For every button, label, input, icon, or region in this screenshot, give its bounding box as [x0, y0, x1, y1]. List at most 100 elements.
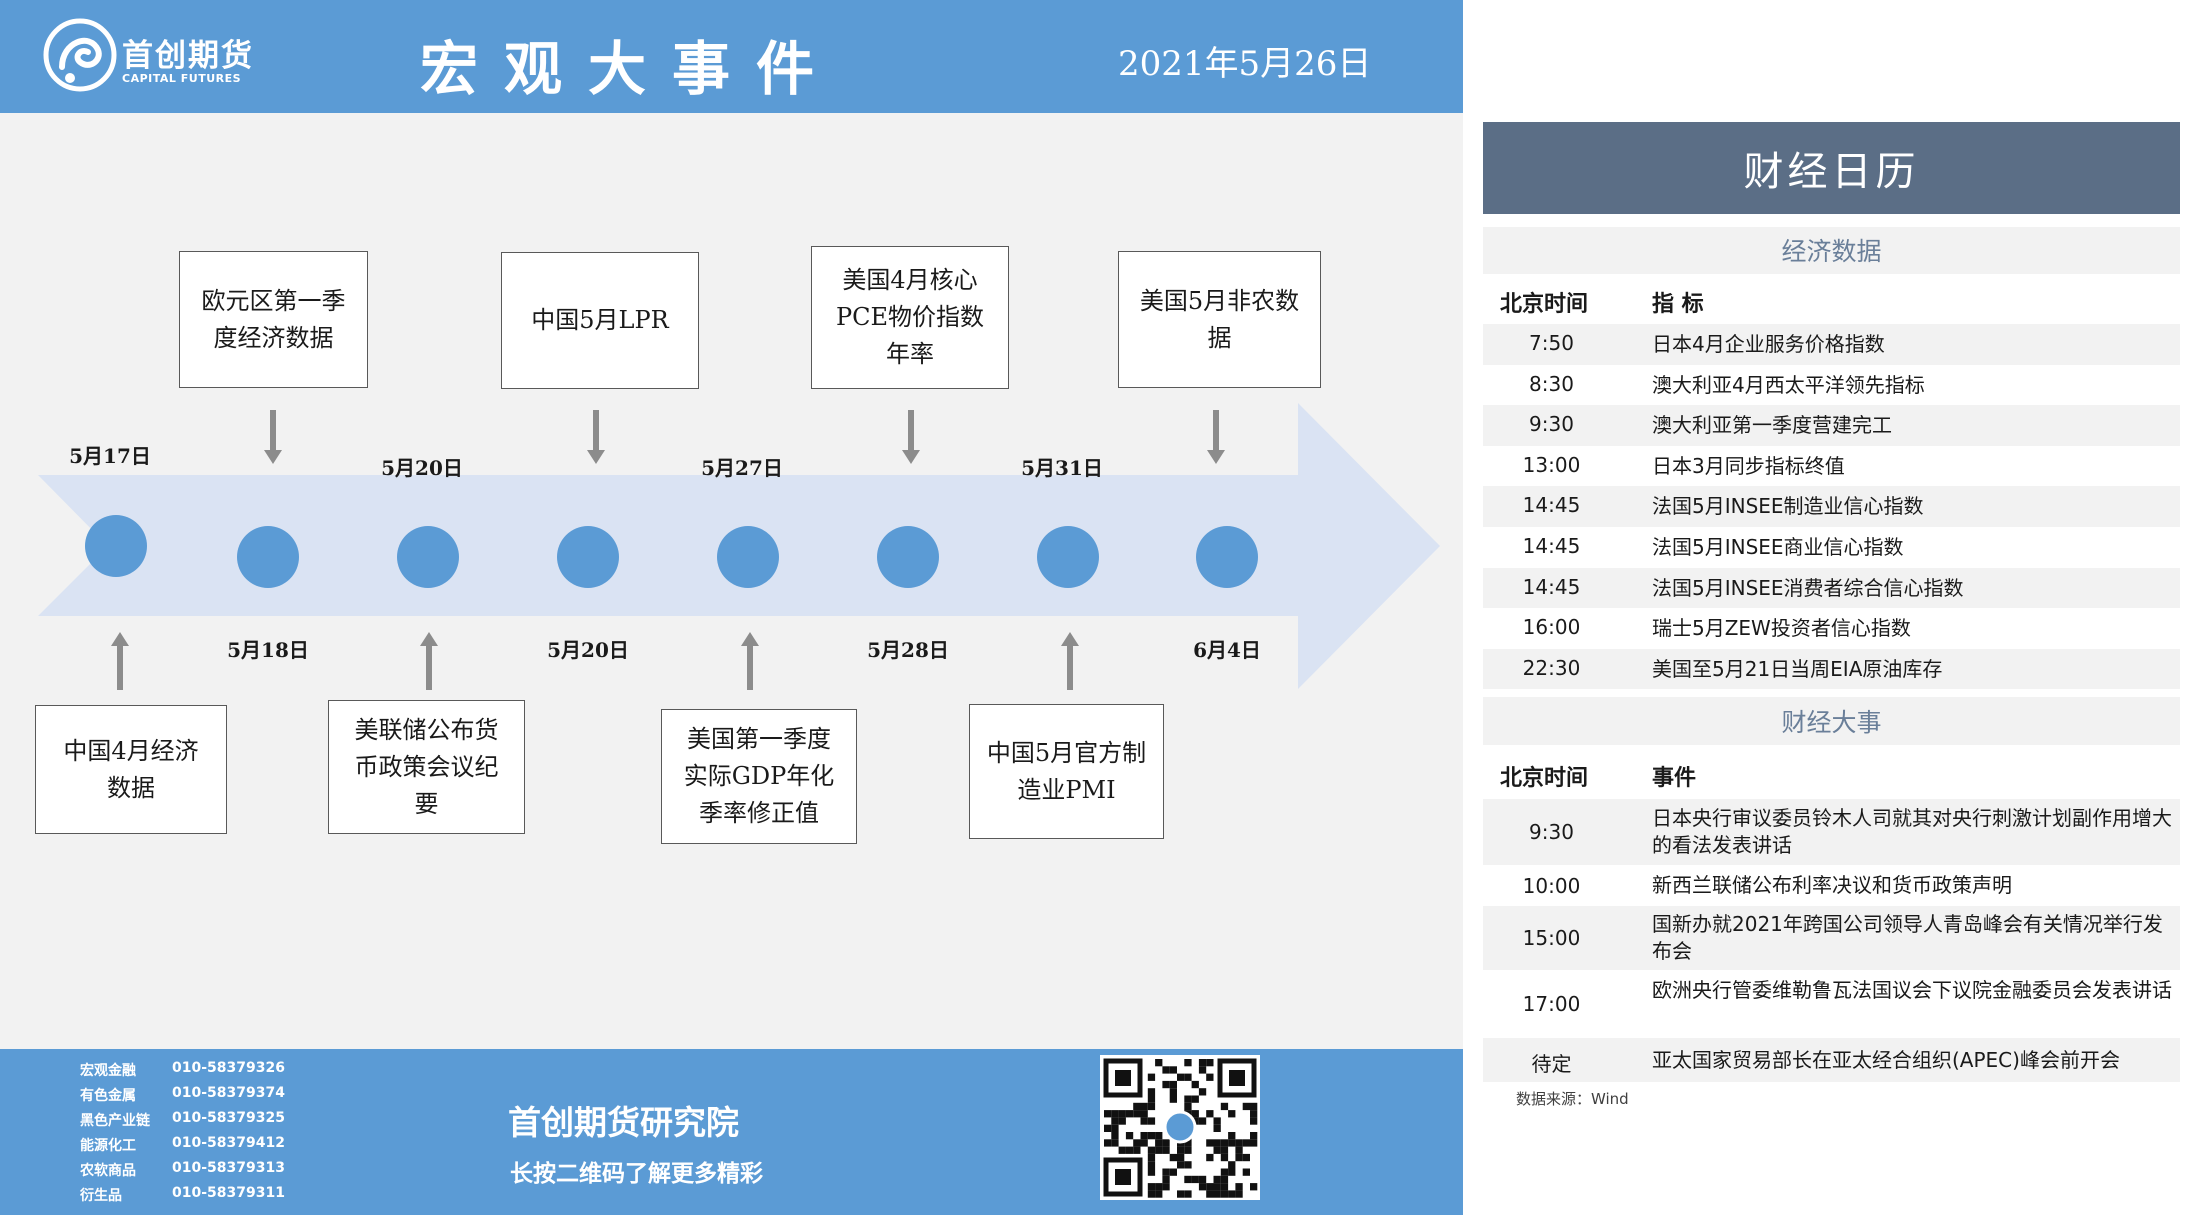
contact-dept: 农软商品 [80, 1163, 136, 1179]
up-arrow-icon [111, 632, 129, 690]
event-box-bottom: 美联储公布货 币政策会议纪要 [328, 700, 525, 834]
row-indicator: 法国5月INSEE消费者综合信心指数 [1652, 575, 1964, 600]
row-event: 欧洲央行管委维勒鲁瓦法国议会下议院金融委员会发表讲话 [1652, 978, 2172, 1002]
row-event: 亚太国家贸易部长在亚太经合组织(APEC)峰会前开会 [1652, 1047, 2120, 1072]
row-time: 9:30 [1529, 412, 1574, 437]
timeline-node [557, 526, 619, 588]
timeline-node [877, 526, 939, 588]
row-indicator: 日本3月同步指标终值 [1652, 453, 1845, 478]
row-indicator: 日本4月企业服务价格指数 [1652, 332, 1885, 356]
timeline-node [85, 515, 147, 577]
data-source: 数据来源：Wind [1516, 1090, 1629, 1108]
event-box-line: 美国第一季度 [687, 725, 831, 753]
row-time: 13:00 [1522, 452, 1581, 477]
row-time: 待定 [1531, 1052, 1572, 1076]
contact-dept: 宏观金融 [80, 1063, 136, 1079]
contact-dept: 有色金属 [80, 1088, 136, 1104]
timeline-node [717, 526, 779, 588]
event-box-line: 币政策会议纪 [354, 752, 499, 781]
row-indicator: 法国5月INSEE制造业信心指数 [1652, 494, 1924, 519]
event-box-line: 美联储公布货 [354, 715, 499, 744]
event-box-line: 年率 [886, 340, 934, 368]
column-header-event: 事件 [1652, 766, 1697, 791]
row-time: 22:30 [1522, 655, 1581, 680]
contact-phone: 010-58379311 [172, 1185, 285, 1201]
contact-dept: 衍生品 [80, 1188, 122, 1204]
row-indicator: 美国至5月21日当周EIA原油库存 [1652, 656, 1943, 681]
column-header-time: 北京时间 [1500, 766, 1589, 791]
down-arrow-icon [264, 410, 282, 464]
row-time: 10:00 [1522, 873, 1581, 898]
company-logo-icon [43, 18, 117, 92]
column-header-time: 北京时间 [1500, 292, 1589, 317]
contact-phone: 010-58379313 [172, 1160, 285, 1176]
timeline-date-label: 5月27日 [701, 456, 783, 480]
row-indicator: 澳大利亚4月西太平洋领先指标 [1652, 372, 1925, 397]
event-box-line: 实际GDP年化 [683, 762, 835, 790]
up-arrow-icon [741, 632, 759, 690]
institute-name: 首创期货研究院 [508, 1103, 739, 1142]
row-event: 国新办就2021年跨国公司领导人青岛峰会有关情况举行发布会 [1652, 912, 2163, 963]
event-box-bottom: 美国第一季度 实际GDP年化 季率修正值 [661, 709, 857, 844]
up-arrow-icon [1061, 632, 1079, 690]
down-arrow-icon [902, 410, 920, 464]
event-box-line: 数据 [107, 773, 155, 802]
row-time: 7:50 [1529, 331, 1574, 355]
row-time: 16:00 [1522, 615, 1581, 640]
contact-phone: 010-58379325 [172, 1110, 285, 1126]
row-time: 14:45 [1522, 493, 1581, 518]
row-time: 15:00 [1522, 926, 1581, 950]
event-box-line: 美国4月核心 [842, 266, 978, 294]
row-time: 14:45 [1522, 574, 1581, 599]
page-title: 宏观大事件 [420, 35, 841, 103]
timeline-date-label: 6月4日 [1193, 638, 1261, 662]
logo-english-text: CAPITAL FUTURES [122, 72, 242, 85]
row-indicator: 法国5月INSEE商业信心指数 [1652, 535, 1904, 559]
event-box-bottom: 中国5月官方制 造业PMI [969, 704, 1164, 839]
contact-phone: 010-58379412 [172, 1135, 285, 1151]
event-box-line: 美国5月非农数 [1139, 286, 1300, 315]
qr-code-icon[interactable] [1100, 1055, 1260, 1200]
event-box-line: PCE物价指数 [835, 303, 985, 331]
timeline-date-label: 5月18日 [227, 638, 309, 662]
event-box-line: 要 [414, 789, 439, 818]
event-box-line: 欧元区第一季 [201, 286, 346, 315]
report-date: 2021年5月26日 [1118, 44, 1372, 84]
calendar-title: 财经日历 [1743, 149, 1920, 195]
contact-dept: 黑色产业链 [80, 1113, 150, 1129]
institute-slogan: 长按二维码了解更多精彩 [510, 1161, 763, 1187]
event-box-line: 中国5月LPR [531, 306, 669, 334]
timeline-date-label: 5月20日 [381, 456, 463, 480]
event-box-top: 美国4月核心 PCE物价指数 年率 [811, 246, 1009, 389]
logo-text: 首创期货 [122, 38, 254, 74]
event-box-bottom: 中国4月经济 数据 [35, 705, 227, 834]
event-box-top: 欧元区第一季 度经济数据 [179, 251, 368, 388]
event-box-line: 中国5月官方制 [986, 738, 1147, 767]
timeline-node [397, 526, 459, 588]
row-time: 8:30 [1529, 371, 1574, 396]
contact-phone: 010-58379326 [172, 1060, 285, 1076]
timeline-node [237, 526, 299, 588]
section-title: 经济数据 [1781, 237, 1882, 266]
timeline-node [1037, 526, 1099, 588]
event-box-line: 度经济数据 [213, 323, 334, 352]
timeline-date-label: 5月31日 [1021, 456, 1103, 480]
down-arrow-icon [1207, 410, 1225, 464]
down-arrow-icon [587, 410, 605, 464]
row-time: 17:00 [1522, 992, 1581, 1016]
row-indicator: 瑞士5月ZEW投资者信心指数 [1652, 616, 1911, 641]
contact-dept: 能源化工 [80, 1138, 136, 1154]
row-time: 14:45 [1522, 534, 1581, 558]
timeline-date-label: 5月28日 [867, 638, 949, 662]
contact-phone: 010-58379374 [172, 1085, 285, 1101]
up-arrow-icon [420, 632, 438, 690]
event-box-line: 据 [1207, 323, 1232, 352]
row-event: 新西兰联储公布利率决议和货币政策声明 [1652, 873, 2012, 897]
timeline-date-label: 5月20日 [547, 638, 629, 662]
event-box-top: 中国5月LPR [501, 252, 699, 389]
column-header-indicator: 指 标 [1652, 292, 1704, 317]
event-box-line: 造业PMI [1017, 775, 1116, 804]
event-box-line: 季率修正值 [699, 799, 819, 827]
calendar-header: 财经日历 [1483, 122, 2180, 214]
event-box-line: 中国4月经济 [63, 736, 199, 765]
